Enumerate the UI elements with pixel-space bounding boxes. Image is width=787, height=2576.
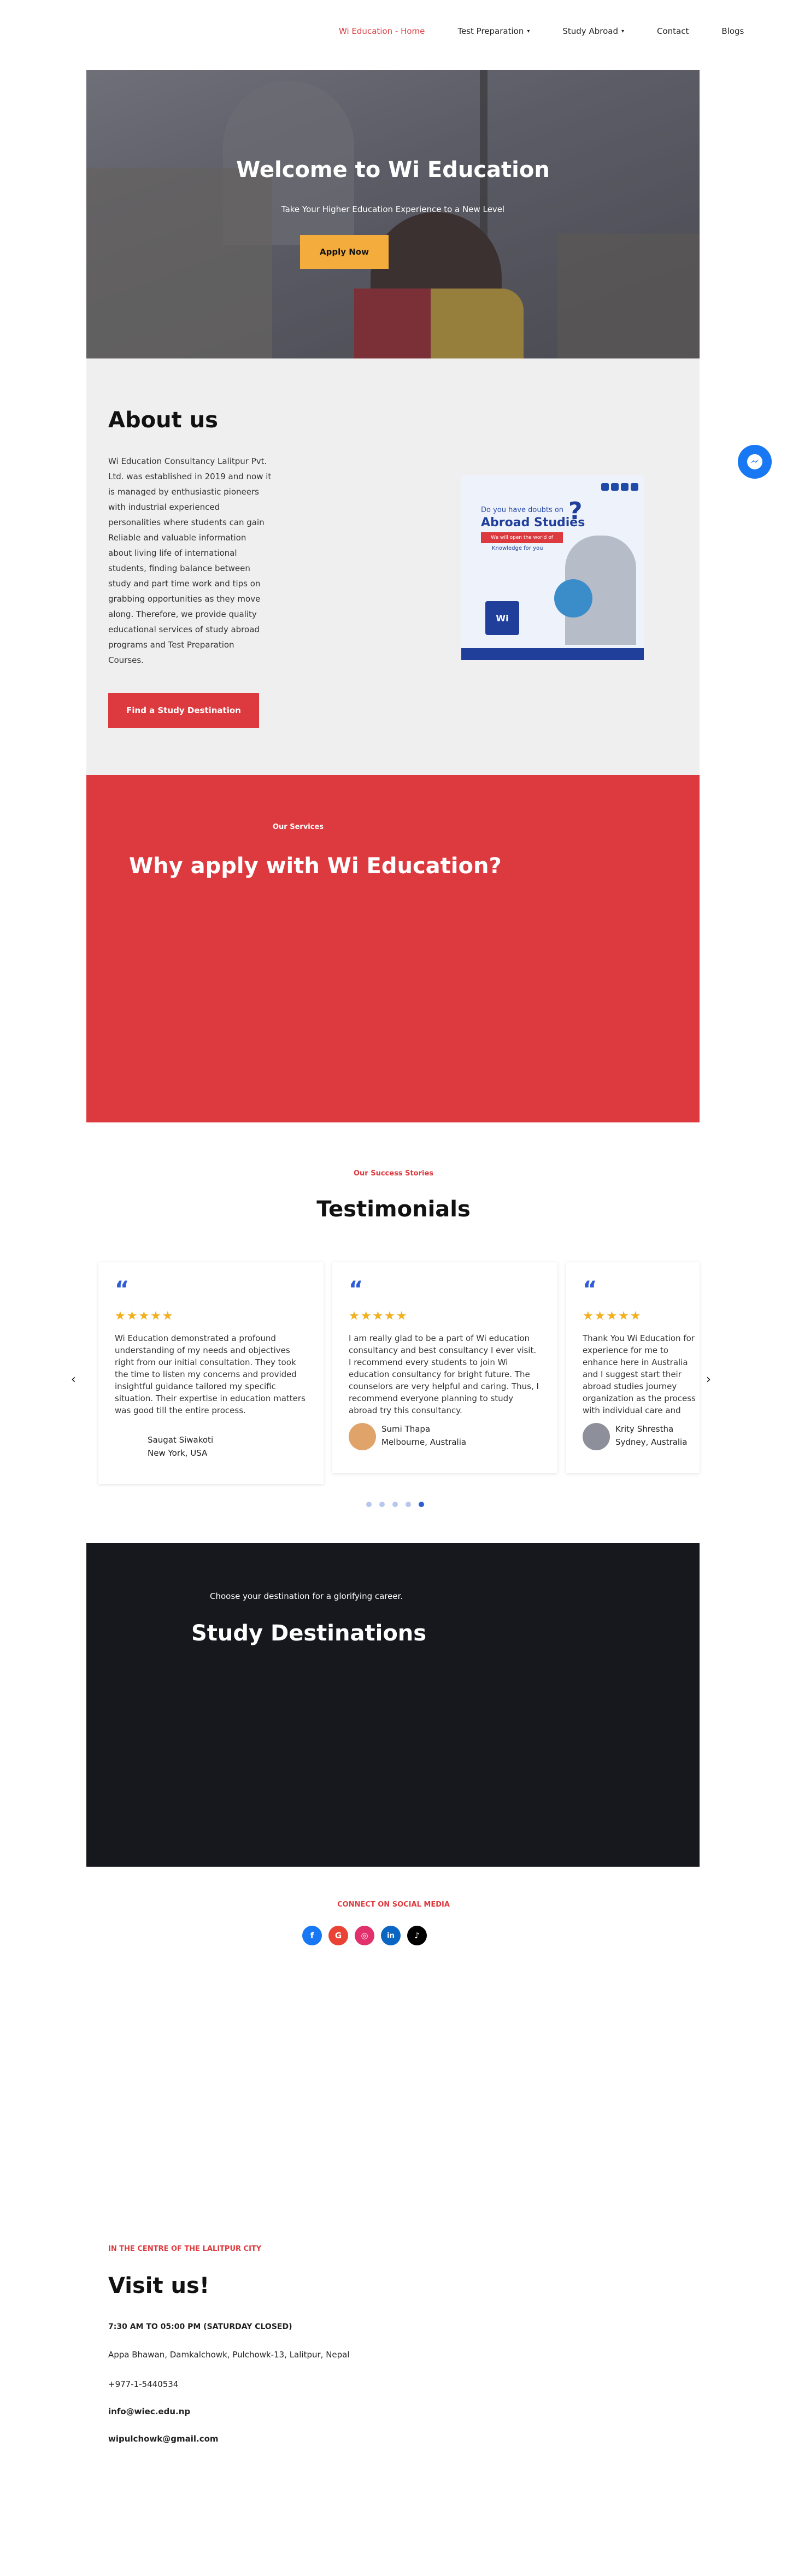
carousel-dot-active[interactable] [419, 1502, 424, 1507]
poster-logo: Wi [485, 601, 519, 635]
services-title: Why apply with Wi Education? [129, 854, 502, 879]
nav-contact-label: Contact [657, 26, 689, 36]
messenger-icon [747, 454, 762, 469]
testimonial-name: Krity Shrestha [615, 1424, 674, 1434]
social-label: CONNECT ON SOCIAL MEDIA [337, 1901, 450, 1909]
rating-stars: ★★★★★ [115, 1309, 174, 1323]
carousel-dot[interactable] [379, 1502, 385, 1507]
hero-subtitle: Take Your Higher Education Experience to… [281, 204, 505, 214]
poster-banner: We will open the world of [481, 532, 563, 543]
testimonial-location: Melbourne, Australia [381, 1437, 467, 1447]
about-title: About us [108, 408, 218, 433]
nav-home[interactable]: Wi Education - Home [339, 26, 425, 36]
nav-blogs[interactable]: Blogs [721, 26, 744, 36]
quote-icon: “ [115, 1277, 130, 1302]
avatar [349, 1423, 376, 1450]
destinations-section: Choose your destination for a glorifying… [86, 1543, 700, 1867]
poster-line-3: Knowledge for you [492, 545, 543, 551]
main-nav: Wi Education - Home Test Preparation ▾ St… [339, 26, 744, 36]
rating-stars: ★★★★★ [583, 1309, 642, 1323]
email-link-gmail[interactable]: wipulchowk@gmail.com [108, 2434, 219, 2444]
testimonial-location: Sydney, Australia [615, 1437, 688, 1447]
about-section: About us Wi Education Consultancy Lalitp… [86, 358, 700, 775]
hero-overlay [86, 70, 700, 358]
nav-study-abroad[interactable]: Study Abroad ▾ [562, 26, 624, 36]
facebook-icon[interactable]: f [302, 1926, 322, 1945]
carousel-next-icon[interactable]: › [706, 1373, 711, 1386]
testimonials-title: Testimonials [316, 1197, 471, 1222]
poster-social-icons [601, 483, 638, 491]
testimonial-name: Sumi Thapa [381, 1424, 431, 1434]
rating-stars: ★★★★★ [349, 1309, 408, 1323]
office-hours: 7:30 AM TO 05:00 PM (SATURDAY CLOSED) [108, 2322, 292, 2331]
testimonial-name: Saugat Siwakoti [148, 1435, 214, 1445]
about-paragraph: Wi Education Consultancy Lalitpur Pvt. L… [108, 456, 272, 665]
avatar [583, 1423, 610, 1450]
carousel-dot[interactable] [392, 1502, 398, 1507]
quote-icon: “ [583, 1277, 597, 1302]
visit-eyebrow: IN THE CENTRE OF THE LALITPUR CITY [108, 2245, 262, 2253]
visit-title: Visit us! [108, 2273, 210, 2298]
social-links: f G ◎ in ♪ [302, 1926, 427, 1945]
hero-title: Welcome to Wi Education [236, 157, 550, 183]
chevron-down-icon: ▾ [621, 28, 624, 34]
carousel-prev-icon[interactable]: ‹ [71, 1373, 76, 1386]
address: Appa Bhawan, Damkalchowk, Pulchowk-13, L… [108, 2350, 350, 2360]
quote-icon: “ [349, 1277, 363, 1302]
email-link-info[interactable]: info@wiec.edu.np [108, 2407, 190, 2416]
poster-footer [461, 648, 644, 660]
hero-banner: Welcome to Wi Education Take Your Higher… [86, 70, 700, 358]
poster-question-mark: ? [568, 497, 583, 525]
avatar [115, 1434, 142, 1461]
testimonial-text: Thank You Wi Education for experience fo… [583, 1333, 696, 1415]
apply-now-button[interactable]: Apply Now [300, 235, 389, 269]
tiktok-icon[interactable]: ♪ [407, 1926, 427, 1945]
testimonial-text: Wi Education demonstrated a profound und… [115, 1333, 306, 1415]
nav-blogs-label: Blogs [721, 26, 744, 36]
messenger-chat-button[interactable] [738, 445, 772, 479]
testimonials-eyebrow: Our Success Stories [353, 1169, 434, 1178]
about-poster-image: Do you have doubts on Abroad Studies ? W… [461, 475, 644, 660]
services-eyebrow: Our Services [273, 823, 324, 831]
nav-study-abroad-label: Study Abroad [562, 26, 618, 36]
carousel-dot[interactable] [366, 1502, 372, 1507]
phone-link[interactable]: +977-1-5440534 [108, 2379, 178, 2389]
testimonial-card: “ ★★★★★ Thank You Wi Education for exper… [566, 1262, 700, 1473]
carousel-dot[interactable] [406, 1502, 411, 1507]
services-section: Our Services Why apply with Wi Education… [86, 775, 700, 1122]
find-study-destination-button[interactable]: Find a Study Destination [108, 693, 259, 728]
globe-icon [554, 579, 592, 617]
destinations-title: Study Destinations [191, 1621, 427, 1646]
poster-line-1: Do you have doubts on [481, 506, 564, 514]
nav-test-preparation-label: Test Preparation [457, 26, 524, 36]
destinations-subtitle: Choose your destination for a glorifying… [210, 1591, 403, 1601]
chevron-down-icon: ▾ [527, 28, 530, 34]
instagram-icon[interactable]: ◎ [355, 1926, 374, 1945]
testimonial-text: I am really glad to be a part of Wi educ… [349, 1333, 539, 1415]
nav-contact[interactable]: Contact [657, 26, 689, 36]
nav-test-preparation[interactable]: Test Preparation ▾ [457, 26, 530, 36]
carousel-dots [366, 1502, 424, 1507]
testimonial-card: “ ★★★★★ Wi Education demonstrated a prof… [98, 1262, 324, 1484]
testimonial-location: New York, USA [148, 1448, 208, 1458]
google-icon[interactable]: G [328, 1926, 348, 1945]
nav-home-label: Wi Education - Home [339, 26, 425, 36]
linkedin-icon[interactable]: in [381, 1926, 401, 1945]
testimonial-card: “ ★★★★★ I am really glad to be a part of… [332, 1262, 557, 1473]
